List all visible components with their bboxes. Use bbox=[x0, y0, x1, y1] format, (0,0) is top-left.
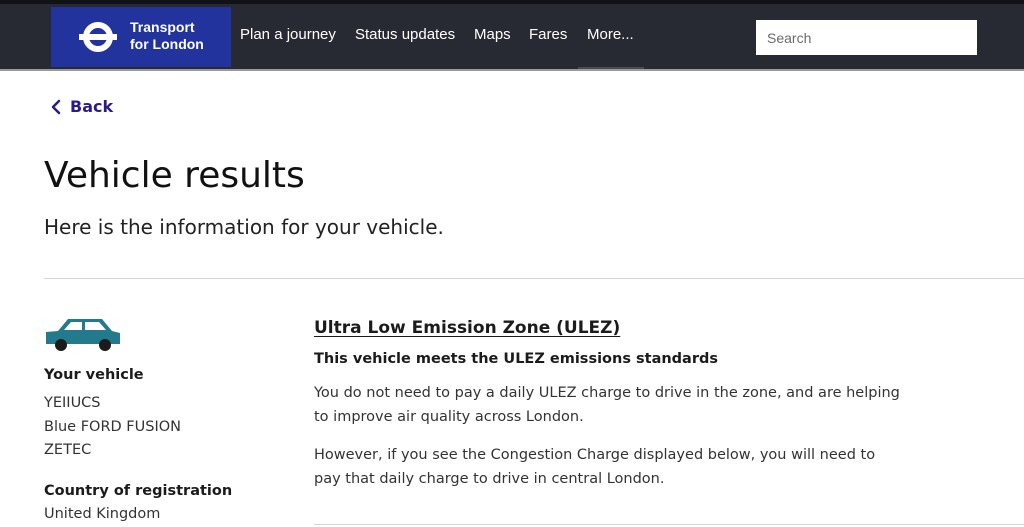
country-label: Country of registration bbox=[44, 483, 233, 499]
section-divider bbox=[44, 278, 1024, 279]
your-vehicle-label: Your vehicle bbox=[44, 367, 144, 383]
ulez-title: Ultra Low Emission Zone (ULEZ) bbox=[314, 318, 621, 338]
logo-text-line1: Transport bbox=[130, 19, 195, 35]
nav-status-updates[interactable]: Status updates bbox=[355, 26, 455, 43]
ulez-paragraph-2: However, if you see the Congestion Charg… bbox=[314, 447, 876, 487]
nav-maps[interactable]: Maps bbox=[474, 26, 511, 43]
header-bottom-border bbox=[0, 69, 1024, 71]
nav-fares[interactable]: Fares bbox=[529, 26, 567, 43]
back-label: Back bbox=[70, 97, 114, 116]
ulez-divider bbox=[314, 524, 1024, 525]
vehicle-make: Blue FORD FUSION bbox=[44, 419, 181, 435]
ulez-status: This vehicle meets the ULEZ emissions st… bbox=[314, 351, 718, 367]
tfl-logo-link[interactable]: Transport for London bbox=[51, 7, 231, 67]
search-input[interactable] bbox=[756, 20, 977, 55]
nav-plan-journey[interactable]: Plan a journey bbox=[240, 26, 336, 43]
country-value: United Kingdom bbox=[44, 506, 161, 522]
vehicle-model: ZETEC bbox=[44, 442, 92, 458]
header-bar: Transport for London Plan a journey Stat… bbox=[0, 0, 1024, 71]
page-title: Vehicle results bbox=[44, 155, 305, 196]
header-top-edge bbox=[0, 0, 1024, 4]
ulez-paragraph-1: You do not need to pay a daily ULEZ char… bbox=[314, 385, 900, 425]
back-link[interactable]: Back bbox=[51, 97, 113, 116]
vehicle-registration: YEIIUCS bbox=[44, 395, 101, 411]
page-subtitle: Here is the information for your vehicle… bbox=[44, 215, 444, 239]
chevron-left-icon bbox=[51, 99, 61, 114]
roundel-icon bbox=[79, 22, 117, 52]
car-icon bbox=[46, 319, 120, 351]
logo-text-line2: for London bbox=[130, 36, 204, 52]
nav-more[interactable]: More... bbox=[587, 26, 634, 43]
